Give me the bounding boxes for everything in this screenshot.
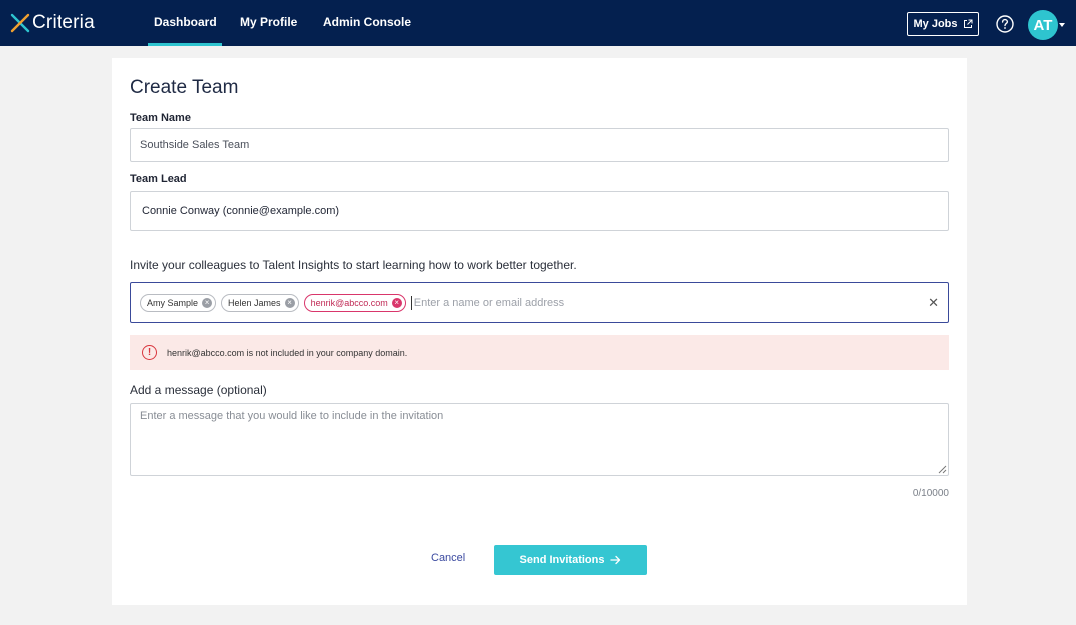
message-textarea[interactable] bbox=[130, 403, 949, 476]
page-title: Create Team bbox=[130, 77, 239, 98]
external-link-icon bbox=[963, 19, 972, 28]
create-team-card: Create Team Team Name Southside Sales Te… bbox=[112, 58, 967, 605]
remove-chip-icon[interactable]: × bbox=[202, 297, 213, 308]
send-invitations-label: Send Invitations bbox=[519, 554, 605, 566]
clear-all-icon[interactable]: ✕ bbox=[928, 295, 939, 311]
invitee-chip-label: henrik@abcco.com bbox=[310, 297, 388, 308]
arrow-right-icon bbox=[610, 555, 621, 565]
invitee-multiselect[interactable]: Amy Sample × Helen James × henrik@abcco.… bbox=[130, 282, 949, 323]
nav-admin-console[interactable]: Admin Console bbox=[323, 0, 411, 46]
team-lead-select[interactable]: Connie Conway (connie@example.com) bbox=[130, 191, 949, 231]
nav-my-profile[interactable]: My Profile bbox=[240, 0, 297, 46]
remove-chip-icon[interactable]: × bbox=[284, 297, 295, 308]
criteria-logo[interactable]: Criteria bbox=[10, 11, 95, 35]
invitee-chip-label: Amy Sample bbox=[147, 297, 199, 308]
brand-name: Criteria bbox=[32, 12, 95, 33]
top-navigation-bar: Criteria Dashboard My Profile Admin Cons… bbox=[0, 0, 1076, 46]
domain-error-alert: ! henrik@abcco.com is not included in yo… bbox=[130, 335, 949, 370]
invitee-chip[interactable]: Amy Sample × bbox=[140, 293, 217, 312]
cancel-button[interactable]: Cancel bbox=[431, 552, 465, 564]
invitee-chip[interactable]: Helen James × bbox=[221, 293, 299, 312]
character-counter: 0/10000 bbox=[912, 488, 949, 499]
invitee-chip-error[interactable]: henrik@abcco.com × bbox=[303, 293, 406, 312]
user-avatar[interactable]: AT bbox=[1028, 10, 1058, 40]
help-icon[interactable] bbox=[996, 15, 1014, 33]
team-lead-label: Team Lead bbox=[130, 173, 187, 185]
team-name-input[interactable]: Southside Sales Team bbox=[130, 128, 949, 162]
resize-grip-icon[interactable] bbox=[938, 465, 947, 474]
message-label: Add a message (optional) bbox=[130, 383, 267, 397]
remove-chip-icon[interactable]: × bbox=[391, 297, 402, 308]
team-name-label: Team Name bbox=[130, 112, 191, 124]
team-name-value: Southside Sales Team bbox=[140, 139, 250, 151]
error-exclamation-icon: ! bbox=[142, 345, 157, 360]
invite-instructions: Invite your colleagues to Talent Insight… bbox=[130, 258, 577, 272]
criteria-x-logo-icon bbox=[10, 13, 30, 33]
my-jobs-button[interactable]: My Jobs bbox=[907, 12, 979, 36]
send-invitations-button[interactable]: Send Invitations bbox=[494, 545, 647, 575]
team-lead-value: Connie Conway (connie@example.com) bbox=[142, 205, 340, 217]
avatar-caret-down-icon[interactable] bbox=[1059, 23, 1065, 27]
invitee-chip-label: Helen James bbox=[228, 297, 281, 308]
my-jobs-label: My Jobs bbox=[913, 18, 958, 30]
invitee-search-input[interactable] bbox=[410, 295, 811, 310]
nav-dashboard[interactable]: Dashboard bbox=[148, 0, 222, 46]
error-message: henrik@abcco.com is not included in your… bbox=[167, 347, 408, 358]
